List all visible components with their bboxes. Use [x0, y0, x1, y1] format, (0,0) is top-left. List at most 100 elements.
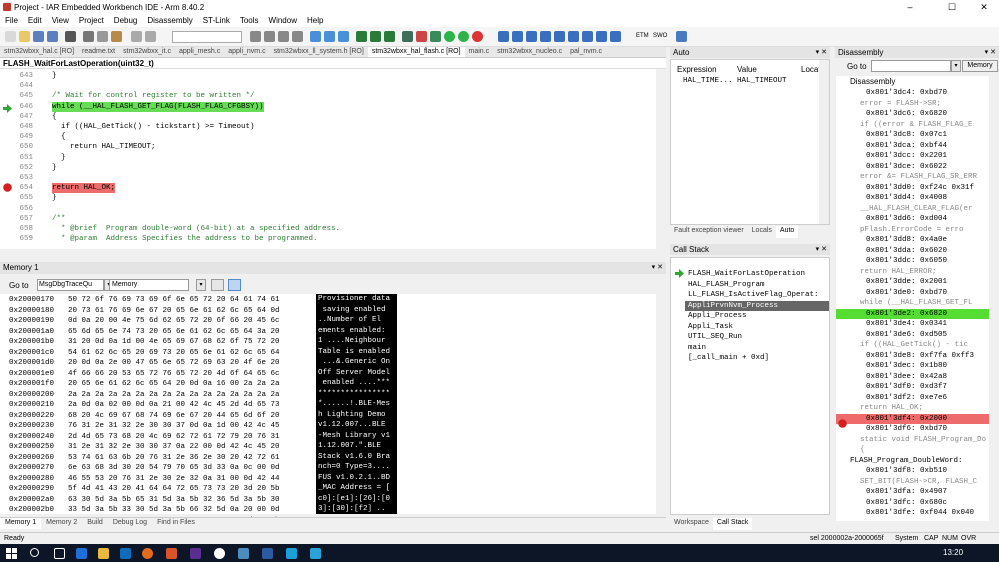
code-line[interactable]: 652} — [0, 163, 654, 173]
menu-file[interactable]: File — [0, 16, 23, 25]
tab-file-active[interactable]: stm32wbxx_hal_flash.c [RO] — [367, 47, 465, 57]
memory-hex[interactable]: 68 20 4c 69 67 68 74 69 6e 67 20 44 65 6… — [68, 411, 280, 421]
memory-goto-input[interactable]: MsgDbgTraceQu — [37, 279, 104, 291]
disassembly-line[interactable]: error = FLASH->SR; — [836, 99, 999, 109]
disassembly-line[interactable]: 0x801'3dd8: 0x4a0e — [836, 235, 999, 245]
disassembly-memory-button[interactable]: Memory — [962, 60, 998, 72]
stop-debug-icon[interactable] — [472, 31, 483, 42]
memory-zone-select[interactable]: Memory — [109, 279, 189, 291]
paste-icon[interactable] — [111, 31, 122, 42]
next-bookmark-icon[interactable] — [324, 31, 335, 42]
tab-file[interactable]: main.c — [465, 47, 494, 57]
memory-hex[interactable]: 20 73 61 76 69 6e 67 20 65 6e 61 62 6c 6… — [68, 306, 280, 316]
memory-scrollbar[interactable] — [656, 294, 666, 514]
disassembly-line[interactable]: 0x801'3df4: 0x2000 — [836, 413, 999, 424]
menu-view[interactable]: View — [47, 16, 74, 25]
memory-ascii[interactable]: h Lighting Demo — [316, 410, 397, 421]
menu-disassembly[interactable]: Disassembly — [142, 16, 197, 25]
brave-icon[interactable] — [166, 548, 177, 559]
tab-file[interactable]: readme.txt — [78, 47, 119, 57]
memory-ascii[interactable]: ..Number of El — [316, 315, 397, 326]
disassembly-scrollbar[interactable] — [989, 76, 999, 521]
memory-hex[interactable]: 65 6d 65 6e 74 73 20 65 6e 61 62 6c 65 6… — [68, 327, 280, 337]
code-line[interactable]: 650 return HAL_TIMEOUT; — [0, 142, 654, 152]
tab-file[interactable]: appli_mesh.c — [175, 47, 224, 57]
call-stack-frame[interactable]: main — [688, 343, 706, 354]
tab-file[interactable]: stm32wbxx_nucleo.c — [493, 47, 566, 57]
disassembly-line[interactable]: 0x801'3dd6: 0xd004 — [836, 214, 999, 224]
call-stack-frame[interactable]: [_call_main + 0xd] — [688, 353, 769, 364]
app-icon[interactable] — [238, 548, 249, 559]
memory-hex[interactable]: 4f 66 66 20 53 65 72 76 65 72 20 4d 6f 6… — [68, 369, 280, 379]
panel-controls-icon[interactable]: ▾ ✕ — [816, 244, 827, 255]
memory-ascii[interactable]: FUS v1.0.2.1..BD — [316, 473, 397, 484]
memory-ascii[interactable]: c0]:[e1]:[26]:[0 — [316, 494, 397, 505]
rebuild-icon[interactable] — [384, 31, 395, 42]
breakpoint-icon[interactable] — [838, 419, 847, 428]
tab-call-stack[interactable]: Call Stack — [712, 518, 753, 530]
call-stack-frame[interactable]: LL_FLASH_IsActiveFlag_Operat: — [688, 290, 819, 301]
disassembly-line[interactable]: 0x801'3dd4: 0x4008 — [836, 193, 999, 203]
disassembly-line[interactable]: 0x801'3dc4: 0xbd70 — [836, 88, 999, 98]
disassembly-line[interactable]: { — [836, 445, 999, 455]
menu-tools[interactable]: Tools — [235, 16, 264, 25]
memory-hex[interactable]: 53 74 61 63 6b 20 76 31 2e 36 2e 30 20 4… — [68, 453, 280, 463]
memory-ascii[interactable]: enabled ....*** — [316, 378, 397, 389]
disassembly-line[interactable]: 0x801'3de8: 0xf7fa 0xff3 — [836, 351, 999, 361]
memory-ascii[interactable]: -Mesh Library v1 — [316, 431, 397, 442]
auto-row-value[interactable]: HAL_TIMEOUT — [737, 77, 787, 85]
tab-auto[interactable]: Auto — [775, 226, 799, 238]
task-view-icon[interactable] — [54, 548, 65, 559]
toolbar-search-input[interactable] — [172, 31, 242, 43]
file-explorer-icon[interactable] — [98, 548, 109, 559]
mail-icon[interactable] — [76, 548, 87, 559]
code-editor[interactable]: 643} 644 645/* Wait for control register t… — [0, 69, 666, 249]
disassembly-line[interactable]: 0x801'3df8: 0xb510 — [836, 466, 999, 476]
tab-build[interactable]: Build — [82, 518, 108, 529]
memory-grid[interactable]: 0x20000170 50 72 6f 76 69 73 69 6f 6e 65 … — [0, 294, 666, 525]
tab-file[interactable]: pal_nvm.c — [566, 47, 606, 57]
maximize-button[interactable]: ☐ — [937, 0, 967, 14]
tab-debug-log[interactable]: Debug Log — [108, 518, 152, 529]
disassembly-list[interactable]: Disassembly 0x801'3dc4: 0xbd70 error = FL… — [836, 76, 999, 521]
disassembly-line[interactable]: 0x801'3de4: 0x0341 — [836, 319, 999, 329]
memory-live-update-icon[interactable] — [228, 279, 241, 291]
memory-ascii[interactable]: 1.12.007.".BLE — [316, 441, 397, 452]
memory-hex[interactable]: 54 61 62 6c 65 20 69 73 20 65 6e 61 62 6… — [68, 348, 280, 358]
step-out-icon[interactable] — [526, 31, 537, 42]
bookmark-icon[interactable] — [310, 31, 321, 42]
disassembly-line[interactable]: if ((HAL_GetTick() - tic — [836, 340, 999, 350]
panel-controls-icon[interactable]: ▾ ✕ — [816, 47, 827, 58]
memory-ascii[interactable]: Off Server Model — [316, 368, 397, 379]
chevron-down-icon[interactable]: ▾ — [951, 60, 961, 72]
open-folder-icon[interactable] — [19, 31, 30, 42]
disassembly-line[interactable]: error &= FLASH_FLAG_SR_ERR — [836, 172, 999, 182]
breakpoint-icon[interactable] — [416, 31, 427, 42]
macro-icon[interactable] — [596, 31, 607, 42]
disassembly-line[interactable]: return HAL_ERROR; — [836, 267, 999, 277]
app-icon[interactable] — [310, 548, 321, 559]
memory-hex[interactable]: 20 65 6e 61 62 6c 65 64 20 0d 0a 16 00 2… — [68, 379, 280, 389]
disassembly-line[interactable]: 0x801'3dcc: 0x2201 — [836, 151, 999, 161]
tab-locals[interactable]: Locals — [748, 226, 776, 238]
code-line[interactable]: 645 /* Wait for control register to be wr… — [0, 91, 654, 101]
menu-edit[interactable]: Edit — [23, 16, 47, 25]
disassembly-line[interactable]: 0x801'3dc8: 0x07c1 — [836, 130, 999, 140]
disassembly-line[interactable]: 0x801'3df6: 0xbd70 — [836, 424, 999, 434]
memory-hex[interactable]: 2a 2a 2a 2a 2a 2a 2a 2a 2a 2a 2a 2a 2a 2… — [68, 390, 280, 400]
download-debug-icon[interactable] — [402, 31, 413, 42]
disassembly-goto-input[interactable] — [871, 60, 951, 72]
code-line[interactable]: 648 if ((HAL_GetTick() - tickstart) >= T… — [0, 122, 654, 132]
code-line[interactable]: 644 — [0, 81, 654, 91]
memory-hex[interactable]: 2a 0d 0a 02 00 0d 0a 21 00 42 4c 45 2d 4… — [68, 400, 280, 410]
tab-file[interactable]: stm32wbxx_it.c — [119, 47, 175, 57]
disassembly-line[interactable]: 0x801'3dc6: 0x6820 — [836, 109, 999, 119]
memory-ascii[interactable]: Provisioner data — [316, 294, 397, 305]
code-line[interactable]: 647 { — [0, 112, 654, 122]
call-stack-frame[interactable]: FLASH_WaitForLastOperation — [688, 269, 805, 280]
menu-project[interactable]: Project — [74, 16, 109, 25]
disassembly-line[interactable]: 0x801'3dec: 0x1b80 — [836, 361, 999, 371]
tab-file[interactable]: stm32wbxx_ll_system.h [RO] — [270, 47, 368, 57]
swo-label[interactable]: SWO — [653, 33, 667, 39]
tab-memory-2[interactable]: Memory 2 — [41, 518, 82, 529]
